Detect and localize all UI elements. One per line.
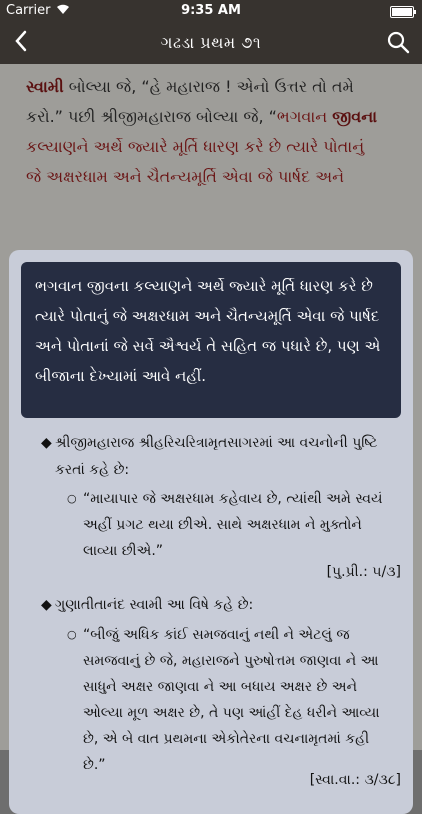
circle-bullet-icon: ○ bbox=[67, 492, 77, 505]
paragraph-text: સ્વામી બોલ્યા જે, “હે મહારાજ ! એનો ઉત્તર… bbox=[26, 72, 400, 192]
bullet-icon: ◆ bbox=[41, 435, 52, 451]
paragraph-line: કરો.” પછી શ્રીજીમહારાજ બોલ્યા જે, “ bbox=[26, 107, 277, 126]
vachanamrut-content: સ્વામી બોલ્યા જે, “હે મહારાજ ! એનો ઉત્તર… bbox=[0, 64, 422, 814]
battery-icon bbox=[390, 6, 416, 18]
quote-item: ○ “માયાપાર જે અક્ષરધામ કહેવાય છે, ત્યાંથ… bbox=[67, 486, 393, 564]
highlighted-passage: ભગવાન જીવના કલ્યાણને અર્થે જ્યારે મૂર્તિ… bbox=[21, 262, 401, 418]
note-text: શ્રીજીમહારાજ શ્રીહરિચરિત્રામૃતસાગરમાં આ … bbox=[55, 435, 378, 478]
page-title: ગઢડા પ્રથમ ૭૧ bbox=[160, 33, 262, 52]
highlight-phrase[interactable]: ભગવાન bbox=[277, 107, 332, 126]
note-text: ગુણાતીતાનંદ સ્વામી આ વિષે કહે છે: bbox=[55, 597, 254, 613]
search-icon[interactable] bbox=[386, 30, 410, 58]
reference-label: [પુ.પ્રી.: ૫/૩] bbox=[326, 564, 401, 580]
reference-label: [સ્વા.વા.: ૩/૩૮] bbox=[309, 772, 401, 788]
status-bar: Carrier 9:35 AM bbox=[0, 0, 422, 22]
highlighted-passage-text: ભગવાન જીવના કલ્યાણને અર્થે જ્યારે મૂર્તિ… bbox=[35, 277, 381, 385]
quote-text: “માયાપાર જે અક્ષરધામ કહેવાય છે, ત્યાંથી … bbox=[83, 491, 383, 559]
highlight-word[interactable]: જીવના bbox=[332, 107, 377, 126]
note-item: ◆ શ્રીજીમહારાજ શ્રીહરિચરિત્રામૃતસાગરમાં … bbox=[41, 430, 400, 484]
circle-bullet-icon: ○ bbox=[67, 628, 77, 641]
quote-item: ○ “બીજું અધિક કાંઈ સમજવાનું નથી ને એટલું… bbox=[67, 622, 393, 778]
highlight-phrase[interactable]: જે અક્ષરધામ અને ચૈતન્યમૂર્તિ એવા જે પાર્… bbox=[26, 162, 400, 192]
paragraph-line: બોલ્યા જે, “હે મહારાજ ! એનો ઉત્તર તો તમે bbox=[63, 77, 354, 96]
status-time: 9:35 AM bbox=[181, 3, 241, 18]
navigation-bar: ગઢડા પ્રથમ ૭૧ bbox=[0, 22, 422, 64]
annotation-popup: ભગવાન જીવના કલ્યાણને અર્થે જ્યારે મૂર્તિ… bbox=[9, 250, 413, 814]
highlight-word[interactable]: સ્વામી bbox=[26, 77, 64, 96]
highlight-phrase[interactable]: કલ્યાણને અર્થે જ્યારે મૂર્તિ ધારણ કરે છે… bbox=[26, 132, 400, 162]
note-item: ◆ ગુણાતીતાનંદ સ્વામી આ વિષે કહે છે: bbox=[41, 592, 400, 619]
quote-text: “બીજું અધિક કાંઈ સમજવાનું નથી ને એટલું જ… bbox=[83, 627, 380, 773]
bullet-icon: ◆ bbox=[41, 597, 52, 613]
